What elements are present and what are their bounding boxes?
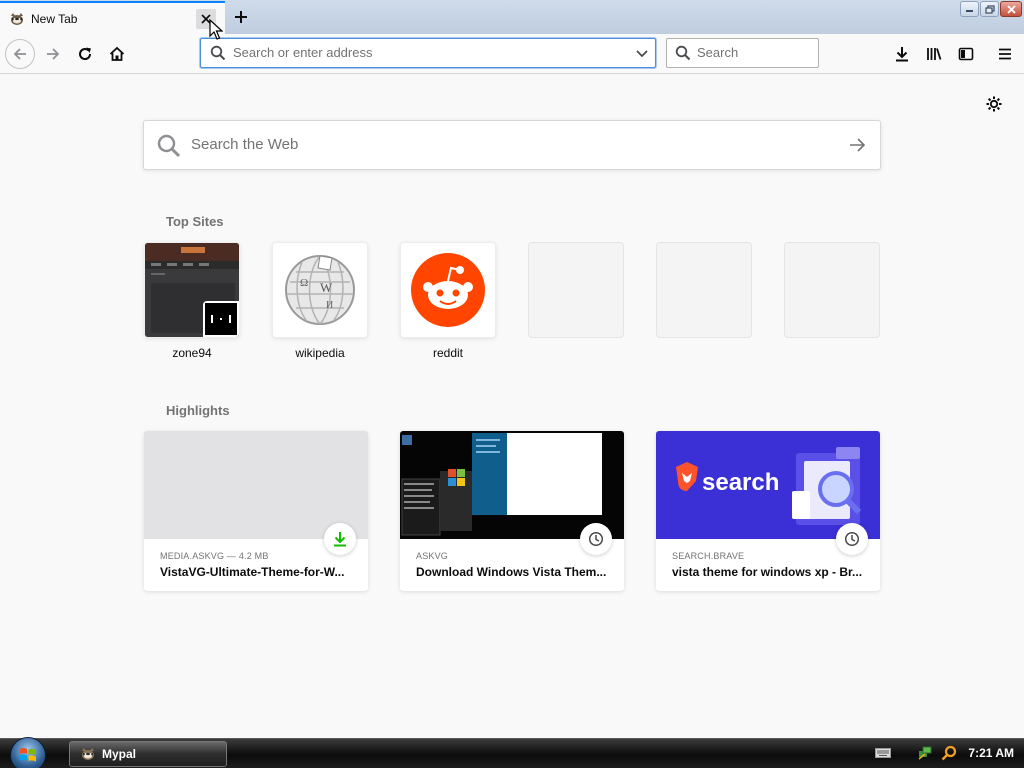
top-site-zone94[interactable]: zone94 [144,242,240,360]
highlight-type-badge [580,523,612,555]
downloads-button[interactable] [887,39,917,69]
search-input[interactable] [697,45,812,60]
top-site-empty [656,242,752,338]
top-site-empty [784,242,880,338]
reload-button[interactable] [70,39,100,69]
highlight-title: VistaVG-Ultimate-Theme-for-W... [160,565,345,579]
highlight-card[interactable]: search SEARCH.BRAVE vista theme for wind… [656,431,880,591]
url-input[interactable] [233,45,623,60]
home-button[interactable] [102,39,132,69]
highlight-title: Download Windows Vista Them... [416,565,607,579]
taskbar-app-label: Mypal [102,747,137,761]
tab-strip: New Tab [0,0,1024,34]
chevron-down-icon[interactable] [635,46,649,60]
top-site-empty [528,242,624,338]
customize-button[interactable] [984,94,1004,114]
top-site-placeholder [784,242,880,338]
highlight-source: SEARCH.BRAVE [672,551,745,561]
highlight-source: MEDIA.ASKVG — 4.2 MB [160,551,269,561]
svg-text:Ω: Ω [300,277,308,289]
top-sites-heading: Top Sites [166,214,224,229]
taskbar-app-mypal[interactable]: Mypal [69,741,227,767]
arrow-right-icon[interactable] [848,136,866,154]
back-button[interactable] [5,39,35,69]
restore-icon [984,4,995,14]
keyboard-tray-icon[interactable] [874,744,892,762]
new-tab-page: Top Sites [0,75,1024,738]
zone94-icon [205,303,237,335]
taskbar: Mypal 7:21 AM [0,737,1024,768]
clock-icon [844,531,860,547]
download-icon [896,47,908,62]
nav-toolbar [0,34,1024,74]
top-site-label: reddit [432,346,464,360]
magnifier-icon [942,745,957,761]
library-icon [927,48,942,60]
home-icon [109,46,125,61]
wikipedia-globe-icon: W Ω И [285,255,355,325]
sidebar-button[interactable] [951,39,981,69]
minimize-button[interactable] [960,1,979,17]
download-icon [334,532,346,547]
top-site-label: wikipedia [295,346,345,360]
top-site-tile[interactable]: W Ω И [272,242,368,338]
reddit-alien-icon [411,253,485,327]
new-tab-button[interactable] [229,5,253,29]
hamburger-menu-icon [999,48,1011,60]
top-site-placeholder [656,242,752,338]
window-close-button[interactable] [1000,1,1022,17]
svg-text:W: W [320,280,333,295]
brave-search-thumb-text: search [702,469,780,496]
highlight-source: ASKVG [416,551,449,561]
tab-new-tab[interactable]: New Tab [0,1,225,34]
search-icon [675,45,691,61]
mypal-raccoon-icon [82,748,94,760]
clock: 7:21 AM [968,746,1014,760]
system-tray: 7:21 AM [868,744,1014,762]
close-icon [1006,4,1016,14]
minimize-icon [966,10,973,12]
tab-title: New Tab [31,11,78,26]
plus-icon [235,11,247,23]
window-controls [960,1,1022,17]
network-tray-icon[interactable] [916,744,934,762]
web-search-box[interactable] [143,120,881,170]
highlight-title: vista theme for windows xp - Br... [672,565,863,579]
url-bar[interactable] [200,38,656,68]
highlight-card[interactable]: ASKVG Download Windows Vista Them... [400,431,624,591]
highlight-type-badge [324,523,356,555]
highlight-type-badge [836,523,868,555]
search-icon [157,134,181,158]
menu-button[interactable] [990,39,1020,69]
top-site-tile[interactable] [144,242,240,338]
reload-icon [79,47,92,60]
top-site-placeholder [528,242,624,338]
start-button[interactable] [10,737,46,768]
keyboard-icon [875,748,892,758]
top-site-reddit[interactable]: reddit [400,242,496,360]
windows-logo-icon [20,748,36,762]
restore-button[interactable] [980,1,999,17]
search-icon [210,45,226,61]
highlight-card[interactable]: MEDIA.ASKVG — 4.2 MB VistaVG-Ultimate-Th… [144,431,368,591]
top-site-label: zone94 [172,346,212,360]
sidebar-icon [958,47,974,61]
library-button[interactable] [919,39,949,69]
mypal-raccoon-icon [11,12,23,25]
network-icon [918,746,932,760]
gear-icon [986,96,1002,112]
web-search-input[interactable] [191,136,811,153]
mouse-cursor-icon [209,19,223,40]
forward-arrow-icon [47,48,60,60]
forward-button[interactable] [38,39,68,69]
top-site-tile[interactable] [400,242,496,338]
clock-icon [588,531,604,547]
svg-text:И: И [326,300,333,311]
back-arrow-icon [13,48,26,60]
top-site-wikipedia[interactable]: W Ω И wikipedia [272,242,368,360]
search-tray-icon[interactable] [940,744,958,762]
highlights-heading: Highlights [166,403,230,418]
search-bar[interactable] [666,38,819,68]
zone94-favicon [203,301,239,337]
